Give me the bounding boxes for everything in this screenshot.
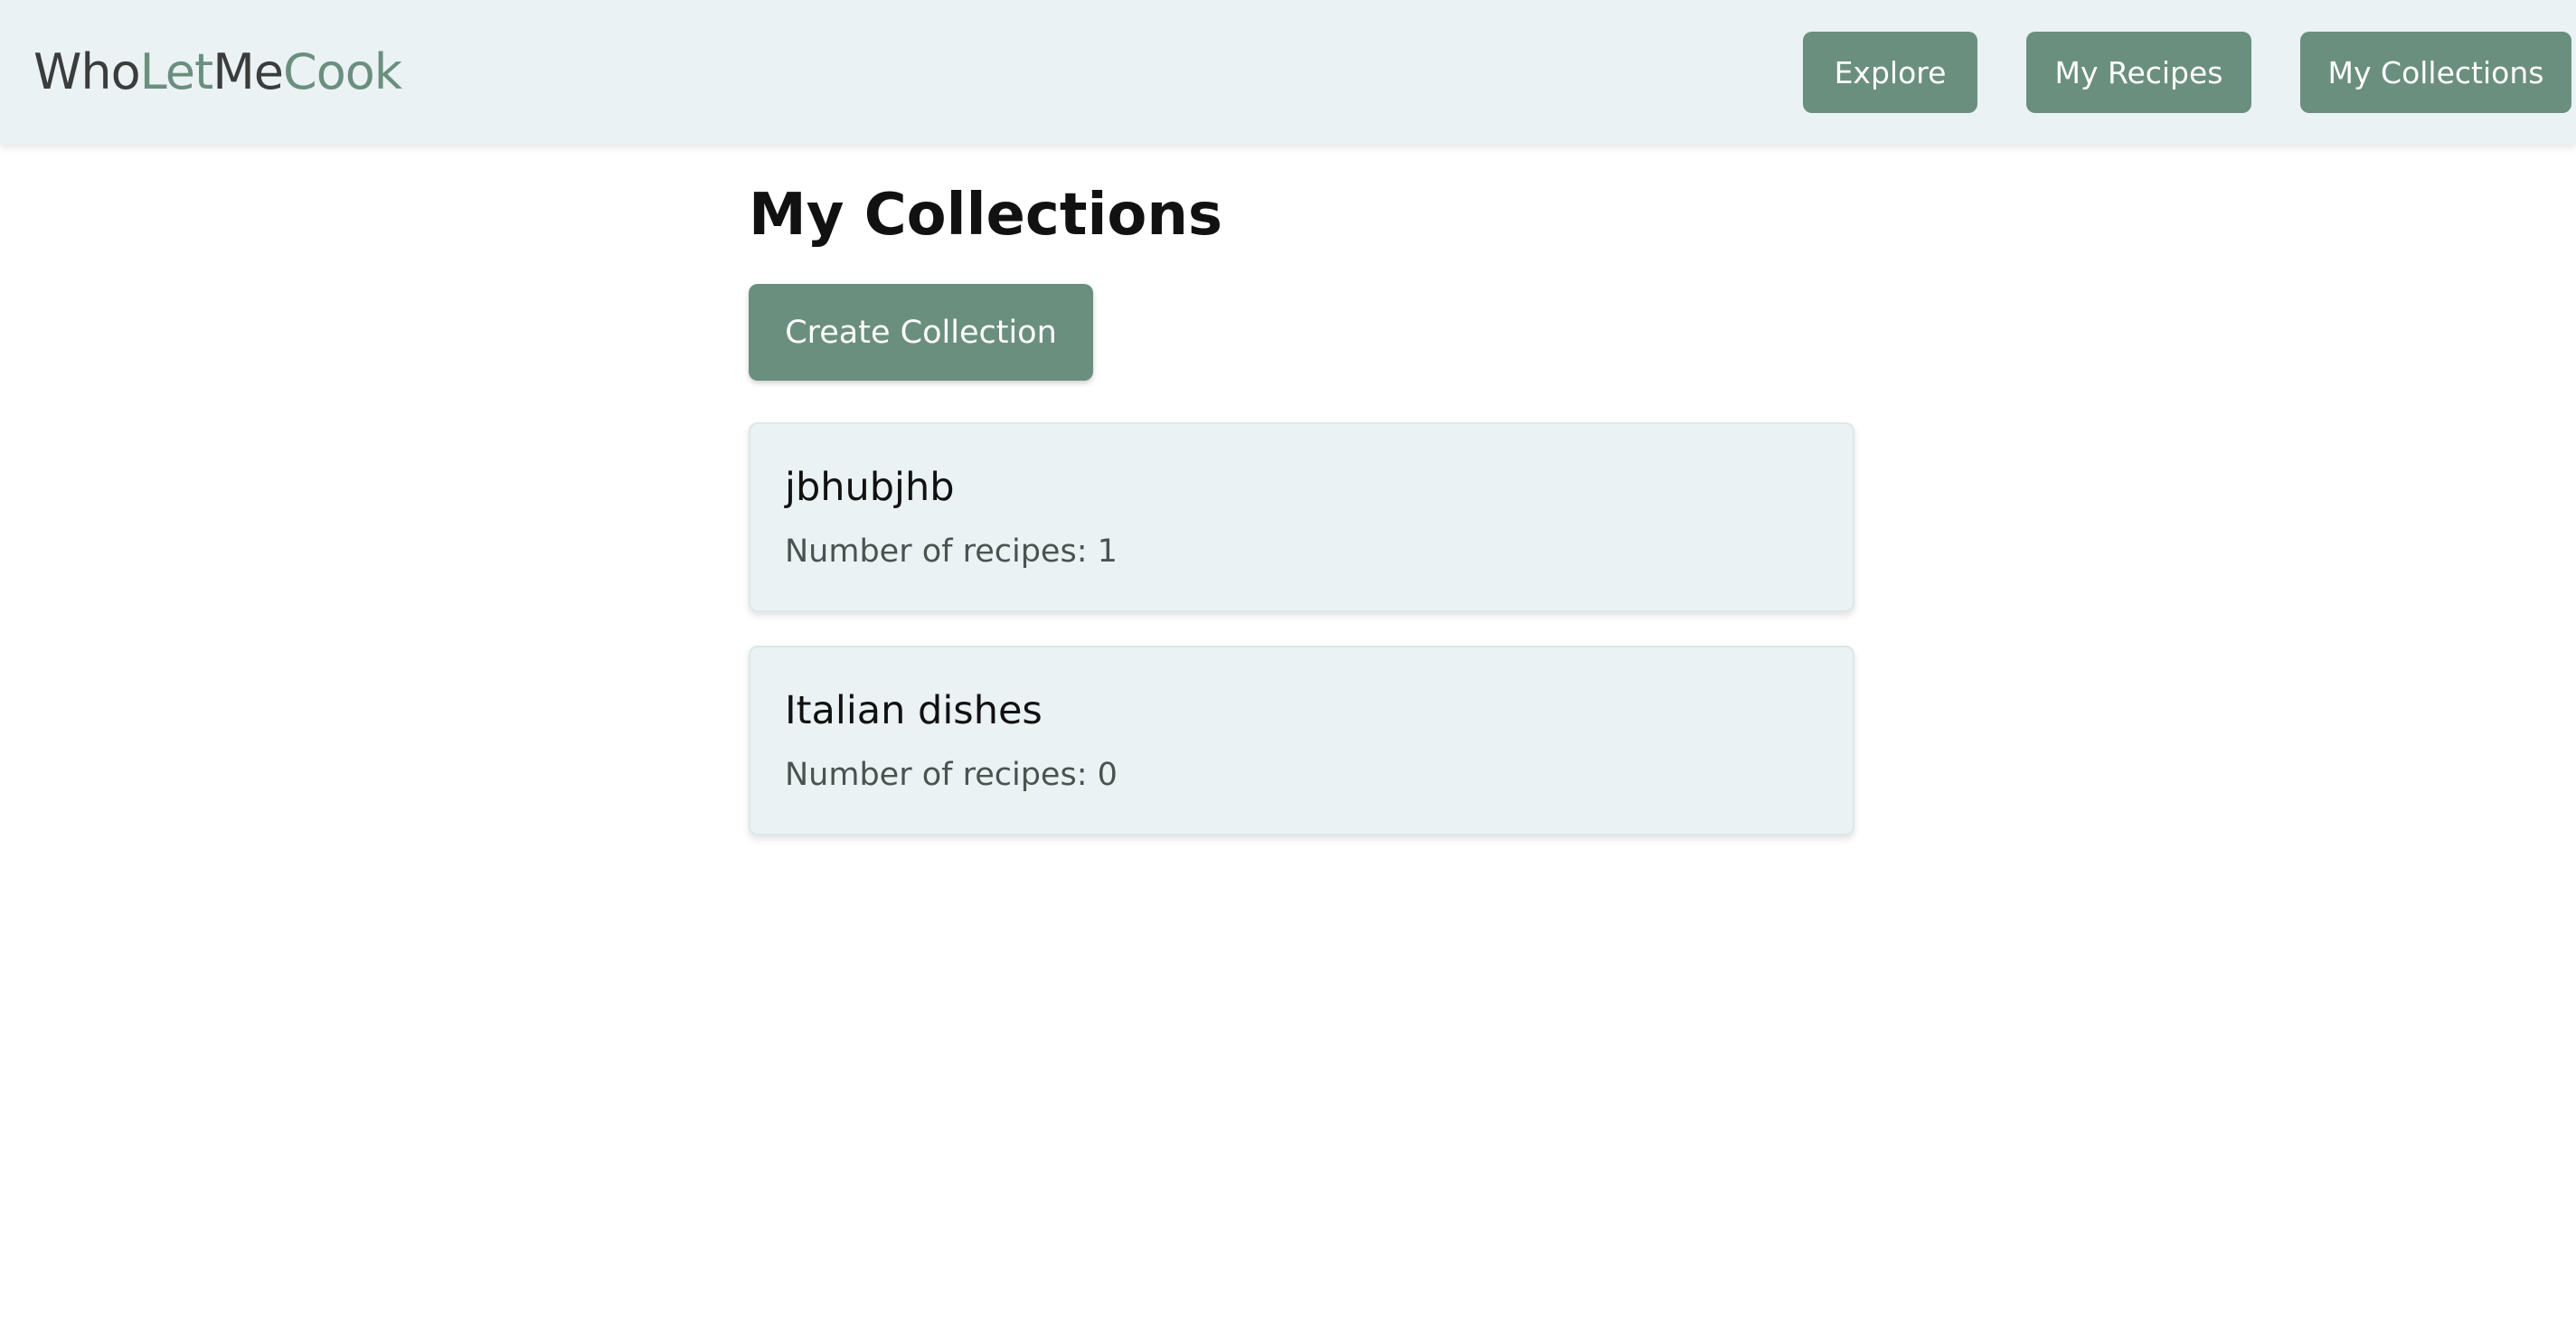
nav-my-collections-button[interactable]: My Collections bbox=[2300, 32, 2571, 113]
collection-card[interactable]: jbhubjhb Number of recipes: 1 bbox=[749, 422, 1854, 612]
logo-text-who: Who bbox=[33, 43, 141, 100]
collection-card[interactable]: Italian dishes Number of recipes: 0 bbox=[749, 646, 1854, 835]
logo-text-me: Me bbox=[212, 43, 284, 100]
collection-recipe-count: Number of recipes: 1 bbox=[785, 533, 1118, 570]
nav-my-recipes-button[interactable]: My Recipes bbox=[2026, 32, 2251, 113]
collections-list: jbhubjhb Number of recipes: 1 Italian di… bbox=[749, 422, 1854, 869]
collection-name: Italian dishes bbox=[785, 688, 1043, 733]
nav-explore-button[interactable]: Explore bbox=[1803, 32, 1977, 113]
create-collection-button[interactable]: Create Collection bbox=[749, 284, 1093, 381]
logo-text-cook: Cook bbox=[283, 43, 402, 100]
collection-recipe-count: Number of recipes: 0 bbox=[785, 757, 1118, 793]
top-navbar: WhoLetMeCook Explore My Recipes My Colle… bbox=[0, 0, 2576, 145]
page-title: My Collections bbox=[749, 182, 1222, 249]
site-logo[interactable]: WhoLetMeCook bbox=[33, 41, 402, 104]
collection-name: jbhubjhb bbox=[785, 465, 955, 510]
logo-text-let: Let bbox=[139, 43, 214, 100]
